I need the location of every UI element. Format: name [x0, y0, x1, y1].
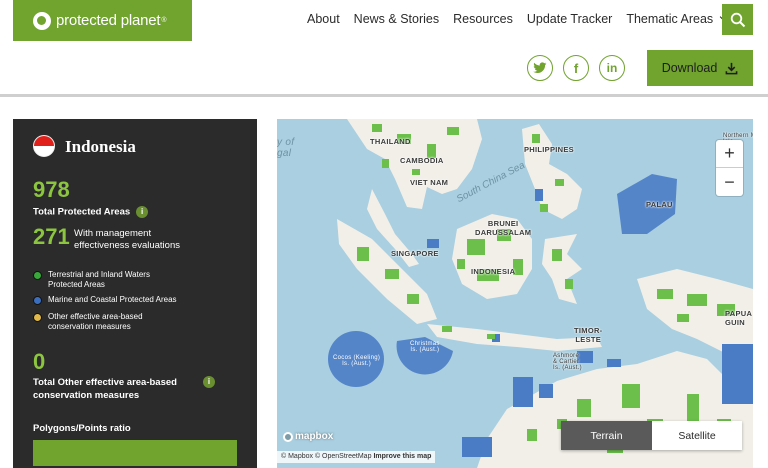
label-thailand: THAILAND — [370, 137, 411, 146]
country-name: Indonesia — [65, 137, 136, 156]
legend-oecm-label: Other effective area-based conservation … — [48, 312, 143, 331]
label-vietnam: VIET NAM — [410, 178, 449, 187]
marine-area — [427, 239, 439, 248]
polygons-points-ratio-bar — [33, 440, 237, 466]
label-cocos: Cocos (Keeling) Is. (Aust.) — [333, 355, 381, 367]
nav-news-stories[interactable]: News & Stories — [347, 12, 446, 26]
marine-dot-icon — [33, 296, 42, 305]
site-logo[interactable]: protected planet ® — [13, 0, 192, 41]
label-papua: PAPUA GUIN — [725, 309, 753, 327]
indonesia-flag-icon — [33, 135, 55, 157]
nav-thematic-areas[interactable]: Thematic Areas — [619, 12, 734, 26]
oecm-dot-icon — [33, 313, 42, 322]
legend-marine: Marine and Coastal Protected Areas — [33, 295, 233, 305]
zoom-in-button[interactable]: + — [716, 140, 743, 168]
terrain-button[interactable]: Terrain — [561, 421, 652, 450]
main-nav: About News & Stories Resources Update Tr… — [300, 12, 734, 26]
protected-areas-map[interactable]: THAILAND CAMBODIA VIET NAM PHILIPPINES B… — [277, 119, 753, 468]
download-button[interactable]: Download — [647, 50, 753, 86]
nav-resources[interactable]: Resources — [446, 12, 520, 26]
globe-icon — [33, 11, 51, 30]
legend-terrestrial-label: Terrestrial and Inland Waters Protected … — [48, 270, 150, 289]
twitter-button[interactable] — [527, 55, 553, 81]
label-palau: PALAU — [646, 200, 673, 209]
logo-trademark: ® — [161, 17, 167, 24]
oecm-count: 0 — [33, 349, 46, 374]
total-pa-count: 978 — [33, 177, 70, 202]
search-button[interactable] — [722, 4, 753, 35]
sulawesi-landmass — [542, 234, 582, 304]
download-icon — [725, 62, 738, 74]
legend-terrestrial: Terrestrial and Inland Waters Protected … — [33, 270, 183, 289]
marine-area — [607, 359, 621, 367]
download-label: Download — [661, 61, 718, 75]
label-cambodia: CAMBODIA — [400, 156, 444, 165]
label-ashmore: Ashmore & Cartier Is. (Aust.) — [553, 353, 582, 371]
legend-marine-label: Marine and Coastal Protected Areas — [48, 295, 177, 304]
label-timor-leste: TIMOR- LESTE — [574, 326, 603, 344]
oecm-label-text: Total Other effective area-based conserv… — [33, 377, 177, 401]
nav-update-tracker[interactable]: Update Tracker — [520, 12, 619, 26]
search-icon — [730, 12, 745, 27]
mapbox-logo-icon — [283, 431, 293, 442]
ratio-label: Polygons/Points ratio — [33, 423, 131, 434]
site-header: protected planet ® About News & Stories R… — [0, 0, 768, 97]
map-style-toggle: Terrain Satellite — [561, 421, 742, 450]
total-pa-label-text: Total Protected Areas — [33, 206, 131, 218]
oecm-info-icon[interactable]: i — [203, 376, 215, 388]
legend-oecm: Other effective area-based conservation … — [33, 312, 178, 331]
nav-about[interactable]: About — [300, 12, 347, 26]
zoom-controls: + − — [716, 140, 743, 196]
oecm-label: Total Other effective area-based conserv… — [33, 376, 233, 402]
mapbox-logo[interactable]: mapbox — [283, 431, 333, 442]
label-brunei: BRUNEI DARUSSALAM — [475, 219, 532, 237]
linkedin-icon: in — [606, 61, 618, 75]
twitter-icon — [533, 62, 547, 73]
mapbox-logo-text: mapbox — [295, 431, 334, 442]
nav-thematic-areas-label: Thematic Areas — [626, 12, 714, 26]
facebook-button[interactable]: f — [563, 55, 589, 81]
marine-area — [462, 437, 492, 457]
mgmt-eval-count: 271 — [33, 224, 70, 249]
label-christmas: Christmas Is. (Aust.) — [410, 341, 440, 353]
label-indonesia: INDONESIA — [471, 267, 516, 276]
zoom-out-button[interactable]: − — [716, 168, 743, 196]
label-singapore: SINGAPORE — [391, 249, 439, 258]
marine-area — [539, 384, 553, 398]
marine-area — [535, 189, 543, 201]
improve-map-link[interactable]: Improve this map — [373, 453, 431, 460]
attribution-text[interactable]: © Mapbox © OpenStreetMap — [281, 453, 371, 460]
marine-area — [722, 344, 753, 404]
label-philippines: PHILIPPINES — [524, 145, 574, 154]
map-attribution: © Mapbox © OpenStreetMap Improve this ma… — [277, 451, 436, 463]
info-icon[interactable]: i — [136, 206, 149, 218]
philippines-landmass — [522, 124, 582, 219]
total-pa-label: Total Protected Areas i — [33, 206, 149, 218]
label-bay-of-bengal: y of gal — [277, 137, 295, 159]
satellite-button[interactable]: Satellite — [652, 421, 742, 450]
country-stats-panel: Indonesia 978 Total Protected Areas i 271… — [13, 119, 257, 468]
logo-text: protected planet — [56, 12, 161, 29]
facebook-icon: f — [573, 60, 579, 76]
terrestrial-dot-icon — [33, 271, 42, 280]
linkedin-button[interactable]: in — [599, 55, 625, 81]
mgmt-eval-label: With management effectiveness evaluation… — [74, 228, 180, 251]
marine-area — [513, 377, 533, 407]
